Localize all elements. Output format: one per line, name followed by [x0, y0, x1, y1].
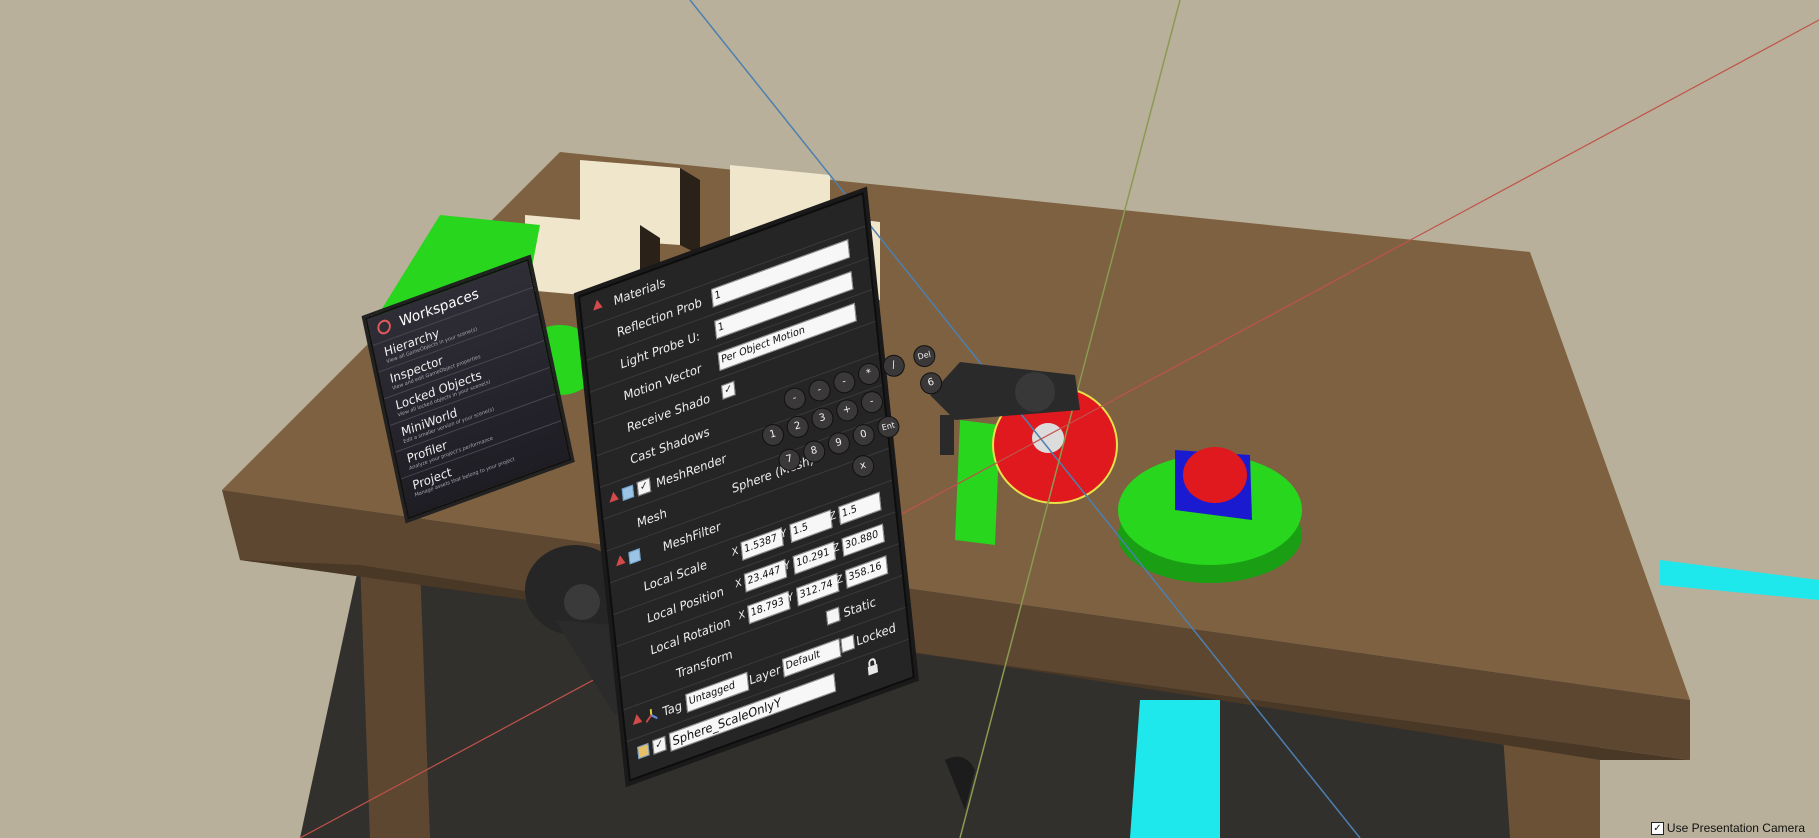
table-leg-left — [360, 560, 430, 838]
red-sphere-small — [1183, 447, 1247, 503]
gameobject-active-checkbox[interactable]: ✓ — [652, 735, 667, 755]
axis-x-label: X — [731, 545, 739, 560]
static-label: Static — [842, 594, 877, 621]
keypad-key[interactable]: 3 — [809, 405, 836, 432]
axis-z-label: Z — [835, 573, 844, 588]
inspector-panel: Materials Reflection Prob 1 Light Probe … — [578, 192, 915, 782]
mesh-label: Mesh — [636, 505, 668, 531]
keypad-key[interactable]: - — [858, 388, 886, 416]
axis-y-label: Y — [786, 591, 794, 605]
keypad-key[interactable]: + — [833, 397, 861, 424]
axis-z-label: Z — [829, 509, 837, 524]
keypad-key[interactable]: 9 — [825, 430, 853, 457]
keypad-key[interactable]: / — [880, 352, 908, 380]
workspaces-logo-icon — [376, 317, 393, 337]
keypad-key[interactable]: 2 — [784, 413, 812, 441]
keypad-key[interactable]: - — [830, 368, 858, 396]
axis-y-label: Y — [780, 527, 788, 542]
tag-label: Tag — [661, 697, 683, 720]
static-checkbox[interactable] — [825, 606, 841, 626]
axis-y-label: Y — [783, 559, 791, 574]
keypad-key[interactable]: - — [806, 377, 833, 404]
white-block-1-shadow — [680, 168, 700, 255]
locked-checkbox[interactable] — [840, 634, 856, 654]
locked-label: Locked — [855, 620, 897, 649]
keypad-delete-key[interactable]: Del — [911, 342, 938, 370]
presentation-camera-label: Use Presentation Camera — [1666, 821, 1805, 835]
component-icon — [628, 548, 641, 565]
presentation-camera-toggle[interactable]: ✓ Use Presentation Camera — [1650, 821, 1805, 835]
expand-triangle-icon[interactable] — [592, 298, 603, 311]
keypad-key[interactable]: 7 — [776, 446, 803, 474]
keypad-key[interactable]: 0 — [850, 421, 878, 449]
mesh-renderer-enabled-checkbox[interactable]: ✓ — [636, 477, 652, 497]
keypad-key[interactable]: - — [781, 385, 809, 413]
receive-shadows-checkbox[interactable]: ✓ — [721, 380, 736, 400]
keypad-key[interactable]: 6 — [917, 369, 945, 397]
axis-x-label: X — [734, 577, 743, 591]
layer-label: Layer — [748, 662, 782, 688]
keypad-key[interactable]: 1 — [759, 421, 787, 449]
expand-triangle-icon[interactable] — [631, 712, 643, 726]
transform-axis-icon — [645, 708, 659, 723]
presentation-camera-checkbox[interactable]: ✓ — [1650, 821, 1664, 835]
keypad-enter-key[interactable]: Ent — [875, 413, 902, 441]
lock-icon[interactable] — [864, 656, 881, 678]
cyan-strip-floor — [1130, 700, 1220, 838]
axis-z-label: Z — [832, 541, 840, 556]
axis-x-label: X — [737, 608, 746, 623]
expand-triangle-icon[interactable] — [608, 490, 619, 503]
expand-triangle-icon[interactable] — [615, 553, 626, 567]
component-icon — [621, 484, 635, 501]
keypad-key[interactable]: * — [855, 360, 883, 388]
gameobject-icon — [637, 742, 650, 760]
keypad-key[interactable]: 8 — [800, 438, 828, 465]
